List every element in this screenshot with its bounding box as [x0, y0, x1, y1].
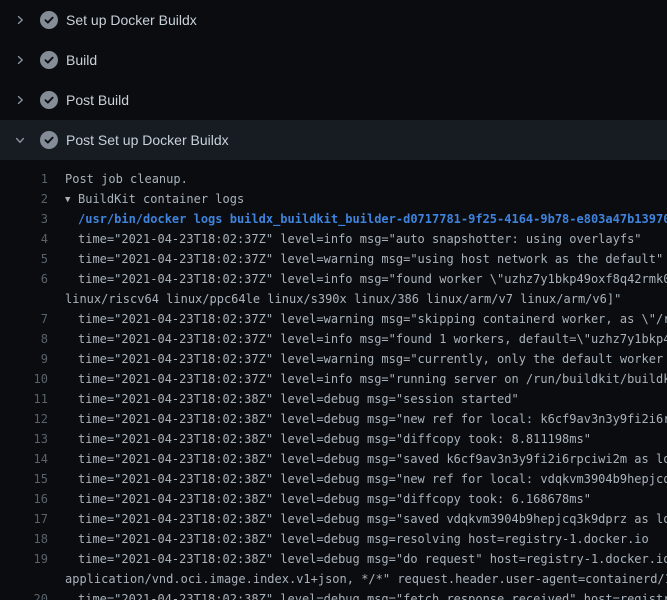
line-number[interactable]: 1: [0, 169, 48, 189]
log-text: time="2021-04-23T18:02:38Z" level=debug …: [48, 489, 591, 509]
triangle-down-icon: ▼: [65, 190, 78, 209]
chevron-right-icon[interactable]: [14, 14, 26, 26]
log-viewer: 1Post job cleanup.2▼BuildKit container l…: [0, 169, 667, 600]
log-text: time="2021-04-23T18:02:37Z" level=warnin…: [48, 349, 667, 369]
line-number[interactable]: 12: [0, 409, 48, 429]
line-number[interactable]: 10: [0, 369, 48, 389]
step-label: Post Build: [66, 93, 129, 107]
log-line: 11time="2021-04-23T18:02:38Z" level=debu…: [0, 389, 667, 409]
log-line: 14time="2021-04-23T18:02:38Z" level=debu…: [0, 449, 667, 469]
log-text: time="2021-04-23T18:02:38Z" level=debug …: [48, 409, 667, 429]
log-line: 1Post job cleanup.: [0, 169, 667, 189]
log-text: time="2021-04-23T18:02:37Z" level=info m…: [48, 369, 667, 389]
log-line: 10time="2021-04-23T18:02:37Z" level=info…: [0, 369, 667, 389]
log-line: 5time="2021-04-23T18:02:37Z" level=warni…: [0, 249, 667, 269]
log-line: 6time="2021-04-23T18:02:37Z" level=info …: [0, 269, 667, 289]
chevron-right-icon[interactable]: [14, 94, 26, 106]
line-number[interactable]: 18: [0, 529, 48, 549]
line-number: [0, 569, 48, 589]
line-number[interactable]: 7: [0, 309, 48, 329]
line-number[interactable]: 15: [0, 469, 48, 489]
line-number[interactable]: 16: [0, 489, 48, 509]
log-line: 7time="2021-04-23T18:02:37Z" level=warni…: [0, 309, 667, 329]
line-number[interactable]: 19: [0, 549, 48, 569]
log-line: 20time="2021-04-23T18:02:38Z" level=debu…: [0, 589, 667, 600]
log-line: 8time="2021-04-23T18:02:37Z" level=info …: [0, 329, 667, 349]
log-line: 19time="2021-04-23T18:02:38Z" level=debu…: [0, 549, 667, 569]
log-line: linux/riscv64 linux/ppc64le linux/s390x …: [0, 289, 667, 309]
log-line: 12time="2021-04-23T18:02:38Z" level=debu…: [0, 409, 667, 429]
log-text: time="2021-04-23T18:02:38Z" level=debug …: [48, 429, 591, 449]
line-number[interactable]: 13: [0, 429, 48, 449]
line-number[interactable]: 4: [0, 229, 48, 249]
step-header-set-up-docker-buildx[interactable]: Set up Docker Buildx: [0, 0, 667, 40]
group-label: BuildKit container logs: [78, 192, 244, 206]
log-text: time="2021-04-23T18:02:38Z" level=debug …: [48, 549, 667, 569]
check-circle-icon: [40, 91, 58, 109]
check-circle-icon: [40, 131, 58, 149]
log-line: application/vnd.oci.image.index.v1+json,…: [0, 569, 667, 589]
step-header-build[interactable]: Build: [0, 40, 667, 80]
log-line: 3/usr/bin/docker logs buildx_buildkit_bu…: [0, 209, 667, 229]
log-line: 15time="2021-04-23T18:02:38Z" level=debu…: [0, 469, 667, 489]
log-line: 9time="2021-04-23T18:02:37Z" level=warni…: [0, 349, 667, 369]
step-header-post-set-up-docker-buildx[interactable]: Post Set up Docker Buildx: [0, 120, 667, 160]
log-text: application/vnd.oci.image.index.v1+json,…: [48, 569, 667, 589]
log-text: time="2021-04-23T18:02:38Z" level=debug …: [48, 589, 667, 600]
line-number[interactable]: 8: [0, 329, 48, 349]
actions-log-panel: Set up Docker Buildx Build Post Build Post …: [0, 0, 667, 600]
log-group-toggle[interactable]: 2▼BuildKit container logs: [0, 189, 667, 209]
line-number[interactable]: 20: [0, 589, 48, 600]
log-line: 17time="2021-04-23T18:02:38Z" level=debu…: [0, 509, 667, 529]
log-text: Post job cleanup.: [48, 169, 188, 189]
log-text: time="2021-04-23T18:02:37Z" level=warnin…: [48, 249, 663, 269]
log-text: linux/riscv64 linux/ppc64le linux/s390x …: [48, 289, 621, 309]
steps-list: Set up Docker Buildx Build Post Build Post …: [0, 0, 667, 160]
log-text: time="2021-04-23T18:02:38Z" level=debug …: [48, 449, 667, 469]
line-number[interactable]: 2: [0, 189, 48, 209]
log-line: 18time="2021-04-23T18:02:38Z" level=debu…: [0, 529, 667, 549]
line-number[interactable]: 17: [0, 509, 48, 529]
log-text: ▼BuildKit container logs: [48, 189, 244, 209]
line-number[interactable]: 14: [0, 449, 48, 469]
chevron-right-icon[interactable]: [14, 54, 26, 66]
log-text: time="2021-04-23T18:02:37Z" level=info m…: [48, 329, 667, 349]
log-text: time="2021-04-23T18:02:37Z" level=info m…: [48, 269, 667, 289]
line-number[interactable]: 6: [0, 269, 48, 289]
step-label: Build: [66, 53, 97, 67]
log-line: 16time="2021-04-23T18:02:38Z" level=debu…: [0, 489, 667, 509]
step-label: Post Set up Docker Buildx: [66, 133, 229, 147]
log-line: 13time="2021-04-23T18:02:38Z" level=debu…: [0, 429, 667, 449]
log-text: time="2021-04-23T18:02:38Z" level=debug …: [48, 389, 519, 409]
line-number[interactable]: 5: [0, 249, 48, 269]
step-label: Set up Docker Buildx: [66, 13, 197, 27]
chevron-down-icon[interactable]: [14, 134, 26, 146]
line-number[interactable]: 11: [0, 389, 48, 409]
log-text: time="2021-04-23T18:02:38Z" level=debug …: [48, 469, 667, 489]
log-text: time="2021-04-23T18:02:38Z" level=debug …: [48, 509, 667, 529]
log-line: 4time="2021-04-23T18:02:37Z" level=info …: [0, 229, 667, 249]
log-text: time="2021-04-23T18:02:37Z" level=info m…: [48, 229, 642, 249]
log-command-text: /usr/bin/docker logs buildx_buildkit_bui…: [48, 209, 667, 229]
line-number[interactable]: 9: [0, 349, 48, 369]
line-number[interactable]: 3: [0, 209, 48, 229]
check-circle-icon: [40, 11, 58, 29]
check-circle-icon: [40, 51, 58, 69]
step-header-post-build[interactable]: Post Build: [0, 80, 667, 120]
log-text: time="2021-04-23T18:02:38Z" level=debug …: [48, 529, 649, 549]
line-number: [0, 289, 48, 309]
log-text: time="2021-04-23T18:02:37Z" level=warnin…: [48, 309, 667, 329]
